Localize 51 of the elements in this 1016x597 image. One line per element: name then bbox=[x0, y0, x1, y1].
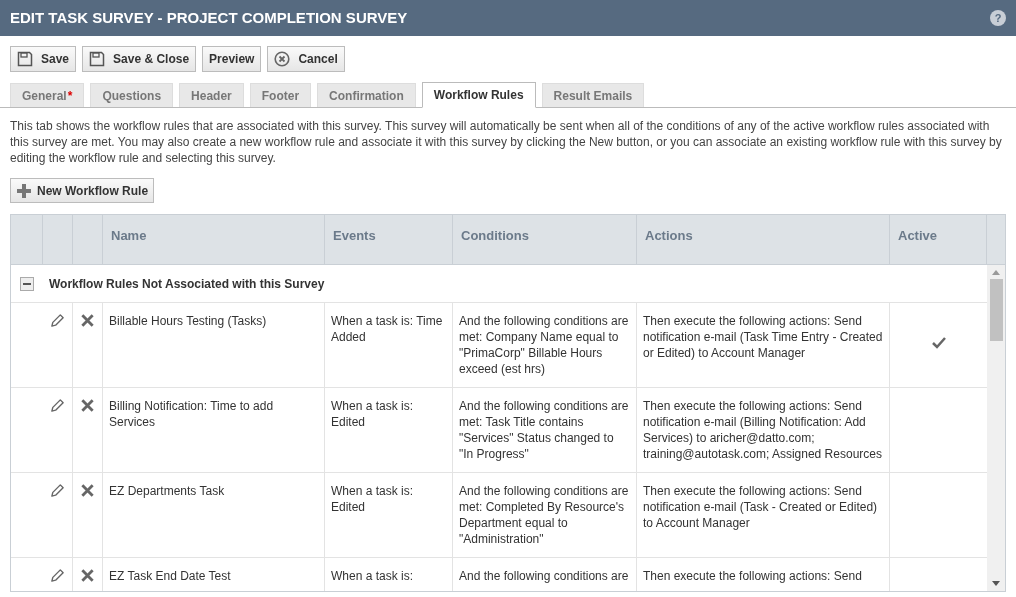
preview-button[interactable]: Preview bbox=[202, 46, 262, 72]
column-header[interactable]: Name bbox=[103, 215, 325, 264]
edit-pencil-icon[interactable] bbox=[50, 568, 65, 583]
edit-pencil-icon[interactable] bbox=[50, 398, 65, 413]
plus-icon bbox=[16, 182, 32, 199]
tab[interactable]: Footer bbox=[249, 83, 312, 107]
table-cell: When a task is: Edited bbox=[325, 473, 453, 557]
table-cell: EZ Task End Date Test bbox=[103, 558, 325, 591]
scroll-down-icon[interactable] bbox=[992, 581, 1000, 586]
delete-icon[interactable] bbox=[80, 483, 95, 498]
cancel-button[interactable]: Cancel bbox=[267, 46, 345, 72]
delete-icon[interactable] bbox=[80, 313, 95, 328]
column-header[interactable]: Events bbox=[325, 215, 453, 264]
delete-icon[interactable] bbox=[80, 398, 95, 413]
table-cell: And the following conditions are met: Company Name equal to "PrimaCorp" Billable Hours exceed (est hrs) bbox=[453, 303, 637, 387]
collapse-toggle[interactable] bbox=[20, 276, 34, 291]
cancel-icon bbox=[274, 51, 291, 67]
column-header[interactable]: Active bbox=[890, 215, 987, 264]
save-button[interactable]: Save & Close bbox=[82, 46, 197, 72]
delete-icon[interactable] bbox=[80, 568, 95, 583]
table-cell: And the following conditions are met: Completed By Resource's Department equal to "Administration" bbox=[453, 473, 637, 557]
window-title: EDIT TASK SURVEY - PROJECT COMPLETION SURVEY bbox=[10, 7, 408, 28]
tab[interactable]: General* bbox=[10, 83, 85, 107]
table-cell: When a task is: Edited bbox=[325, 388, 453, 472]
description-text: This tab shows the workflow rules that are associated with this survey. This survey will automatically be sent when all of the conditions of any of the active workflow rules associated with this survey are met. You may also create a new workflow rule and associate it with this survey by clicking the New button, or you can associate an existing workflow rule with this survey by editing the workflow rule and selecting this survey. bbox=[9, 118, 1003, 166]
edit-pencil-icon[interactable] bbox=[50, 313, 65, 328]
tab[interactable]: Result Emails bbox=[541, 83, 645, 107]
scrollbar[interactable] bbox=[987, 265, 1005, 591]
table-cell: Then execute the following actions: Send notification e-mail (Billing Notification: Add Services) to aricher@datto.com; training@autotask.com; Assigned Resources bbox=[637, 388, 890, 472]
tab[interactable]: Workflow Rules bbox=[421, 82, 536, 108]
tab[interactable]: Header bbox=[179, 83, 244, 107]
column-header[interactable]: Actions bbox=[637, 215, 890, 264]
group-label: Workflow Rules Not Associated with this Survey bbox=[49, 275, 325, 293]
column-header[interactable]: Conditions bbox=[453, 215, 637, 264]
new-workflow-rule-button[interactable]: New Workflow Rule bbox=[10, 178, 155, 203]
table-cell: Billing Notification: Time to add Services bbox=[103, 388, 325, 472]
table-cell: When a task is: bbox=[325, 558, 453, 591]
edit-pencil-icon[interactable] bbox=[50, 483, 65, 498]
table-cell: Then execute the following actions: Send notification e-mail (Task - Created or Edited) to Account Manager bbox=[637, 473, 890, 557]
scrollbar-thumb[interactable] bbox=[989, 279, 1003, 341]
table-cell: Then execute the following actions: Send notification e-mail (Task Time Entry - Created or Edited) to Account Manager bbox=[637, 303, 890, 387]
table-cell: And the following conditions are met: Task Title contains "Services" Status changed to "In Progress" bbox=[453, 388, 637, 472]
table-cell: And the following conditions are bbox=[453, 558, 637, 591]
tab[interactable]: Questions bbox=[90, 83, 174, 107]
table-cell: Billable Hours Testing (Tasks) bbox=[103, 303, 325, 387]
table-cell: When a task is: Time Added bbox=[325, 303, 453, 387]
save-button[interactable]: Save bbox=[10, 46, 77, 72]
help-icon[interactable]: ? bbox=[990, 10, 1006, 26]
table-cell: EZ Departments Task bbox=[103, 473, 325, 557]
tab[interactable]: Confirmation bbox=[317, 83, 416, 107]
table-cell: Then execute the following actions: Send bbox=[637, 558, 890, 591]
